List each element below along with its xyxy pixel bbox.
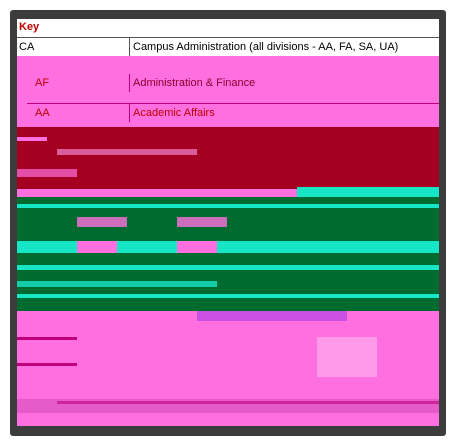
glitch-strip — [17, 337, 77, 340]
screenshot-frame: Key CA Campus Administration (all divisi… — [10, 10, 446, 436]
magenta-block — [17, 56, 439, 138]
crimson-band — [17, 127, 439, 189]
row-name: Administration & Finance — [129, 74, 439, 92]
teal-strip — [17, 204, 439, 208]
row-name: Academic Affairs — [129, 104, 439, 122]
key-row-ca: CA Campus Administration (all divisions … — [17, 37, 439, 56]
row-code: CA — [19, 41, 35, 53]
glitch-strip — [177, 241, 217, 253]
row-code: AF — [35, 77, 50, 89]
glitch-strip — [17, 169, 77, 177]
teal-strip — [17, 265, 439, 270]
teal-strip — [17, 281, 217, 287]
glitch-strip — [17, 137, 47, 141]
glitch-strip — [177, 217, 227, 227]
glitch-strip — [17, 363, 77, 366]
row-name: Campus Administration (all divisions - A… — [129, 38, 439, 56]
glitch-strip — [57, 149, 197, 155]
glitch-strip — [77, 217, 127, 227]
row-code: AA — [35, 107, 50, 119]
key-header: Key — [17, 19, 439, 37]
key-row-aa: AA Academic Affairs — [27, 103, 439, 122]
glitch-strip — [317, 337, 377, 377]
glitch-strip — [57, 401, 439, 404]
teal-strip — [17, 294, 439, 298]
key-sheet: Key CA Campus Administration (all divisi… — [17, 19, 439, 426]
key-title: Key — [19, 21, 40, 33]
glitch-strip — [197, 311, 347, 321]
glitch-strip — [77, 241, 117, 253]
key-row-af: AF Administration & Finance — [17, 74, 439, 92]
teal-strip — [297, 187, 439, 197]
